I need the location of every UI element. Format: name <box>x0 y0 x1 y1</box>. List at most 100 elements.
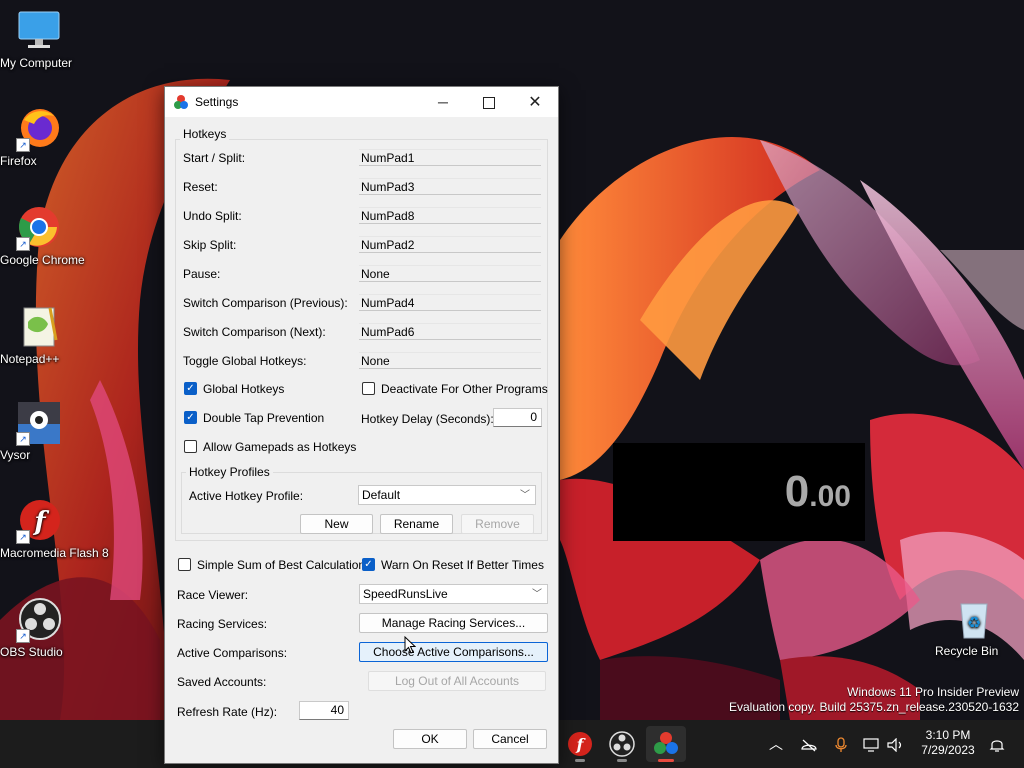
settings-window: Settings ─ ✕ Hotkeys Start / Split: NumP… <box>164 86 559 764</box>
global-hotkeys-label: Global Hotkeys <box>203 382 285 396</box>
race-viewer-select[interactable]: SpeedRunsLive ﹀ <box>359 584 548 604</box>
hotkey-profiles-group-title: Hotkey Profiles <box>186 465 273 479</box>
hotkey-label-toggle-global-hotkeys: Toggle Global Hotkeys: <box>183 354 307 368</box>
cancel-button[interactable]: Cancel <box>473 729 547 749</box>
allow-gamepads-checkbox[interactable] <box>184 440 197 453</box>
log-out-all-accounts-button[interactable]: Log Out of All Accounts <box>368 671 546 691</box>
refresh-rate-input[interactable]: 40 <box>299 701 349 720</box>
shortcut-arrow-icon: ↗ <box>16 432 30 446</box>
active-hotkey-profile-label: Active Hotkey Profile: <box>189 489 304 503</box>
deactivate-other-programs-checkbox[interactable] <box>362 382 375 395</box>
racing-services-label: Racing Services: <box>177 617 268 631</box>
display-icon[interactable] <box>861 720 883 768</box>
desktop-icon-notepad-plus-plus[interactable]: Notepad++ <box>0 304 78 366</box>
allow-gamepads-label: Allow Gamepads as Hotkeys <box>203 440 357 454</box>
hotkey-field-switch-comparison-next[interactable]: NumPad6 <box>359 323 541 340</box>
desktop-icon-google-chrome[interactable]: ↗ Google Chrome <box>0 205 85 267</box>
desktop-icon-firefox[interactable]: ↗ Firefox <box>0 106 78 168</box>
livesplit-app-icon <box>654 732 678 754</box>
new-profile-button[interactable]: New <box>300 514 373 534</box>
windows-watermark: Windows 11 Pro Insider Preview Evaluatio… <box>729 685 1019 715</box>
flash-icon: f ↗ <box>16 498 62 544</box>
hotkey-label-switch-comparison-next: Switch Comparison (Next): <box>183 325 326 339</box>
microphone-icon[interactable] <box>830 720 852 768</box>
desktop-icon-macromedia-flash[interactable]: f ↗ Macromedia Flash 8 <box>0 498 109 560</box>
timer-fraction: .00 <box>809 480 851 513</box>
flash-app-icon: f <box>568 732 592 756</box>
watermark-line-1: Windows 11 Pro Insider Preview <box>847 685 1019 699</box>
running-indicator <box>617 759 627 762</box>
watermark-line-2: Evaluation copy. Build 25375.zn_release.… <box>729 700 1019 714</box>
network-off-icon[interactable] <box>798 720 820 768</box>
notepad-plus-plus-icon <box>16 304 62 350</box>
hotkey-field-skip-split[interactable]: NumPad2 <box>359 236 541 253</box>
manage-racing-services-button[interactable]: Manage Racing Services... <box>359 613 548 633</box>
hotkey-delay-input[interactable]: 0 <box>493 408 542 427</box>
running-indicator <box>575 759 585 762</box>
chrome-icon: ↗ <box>16 205 62 251</box>
vysor-icon: ↗ <box>16 400 62 446</box>
notification-icon[interactable] <box>986 720 1008 768</box>
refresh-rate-label: Refresh Rate (Hz): <box>177 705 278 719</box>
close-icon: ✕ <box>528 94 542 111</box>
desktop-icon-label: OBS Studio <box>0 645 63 659</box>
hotkey-delay-label: Hotkey Delay (Seconds): <box>361 412 494 426</box>
taskbar-app-flash[interactable]: f <box>560 726 600 762</box>
race-viewer-label: Race Viewer: <box>177 588 249 602</box>
active-comparisons-label: Active Comparisons: <box>177 646 288 660</box>
svg-text:♻: ♻ <box>967 613 981 632</box>
ok-button[interactable]: OK <box>393 729 467 749</box>
race-viewer-value: SpeedRunsLive <box>363 587 448 601</box>
chevron-up-icon[interactable]: ︿ <box>766 720 786 768</box>
hotkey-field-start-split[interactable]: NumPad1 <box>359 149 541 166</box>
double-tap-prevention-checkbox[interactable]: ✓ <box>184 411 197 424</box>
desktop-icon-label: My Computer <box>0 56 73 70</box>
simple-sum-of-best-label: Simple Sum of Best Calculation <box>197 558 366 572</box>
desktop-icon-recycle-bin[interactable]: ♻ Recycle Bin <box>935 596 1013 658</box>
shortcut-arrow-icon: ↗ <box>16 138 30 152</box>
hotkey-label-switch-comparison-previous: Switch Comparison (Previous): <box>183 296 348 310</box>
hotkey-label-undo-split: Undo Split: <box>183 209 242 223</box>
desktop-icon-my-computer[interactable]: My Computer <box>0 8 78 70</box>
choose-active-comparisons-button[interactable]: Choose Active Comparisons... <box>359 642 548 662</box>
desktop-icon-label: Firefox <box>0 154 37 168</box>
desktop-icon-label: Notepad++ <box>0 352 60 366</box>
taskbar-app-obs[interactable] <box>602 726 642 762</box>
hotkey-field-toggle-global-hotkeys[interactable]: None <box>359 352 541 369</box>
desktop-icon-obs-studio[interactable]: ↗ OBS Studio <box>0 597 78 659</box>
maximize-button[interactable] <box>466 87 512 117</box>
running-indicator <box>658 759 674 762</box>
monitor-icon <box>16 8 62 54</box>
livesplit-app-icon <box>174 95 188 109</box>
title-bar[interactable]: Settings ─ ✕ <box>165 87 558 117</box>
taskbar-app-livesplit[interactable] <box>646 726 686 762</box>
chevron-down-icon: ﹀ <box>532 589 542 600</box>
warn-on-reset-checkbox[interactable]: ✓ <box>362 558 375 571</box>
obs-app-icon <box>609 731 635 757</box>
shortcut-arrow-icon: ↗ <box>16 629 30 643</box>
close-button[interactable]: ✕ <box>512 87 558 117</box>
remove-profile-button[interactable]: Remove <box>461 514 534 534</box>
minimize-button[interactable]: ─ <box>420 87 466 117</box>
firefox-icon: ↗ <box>16 106 62 152</box>
hotkey-field-switch-comparison-previous[interactable]: NumPad4 <box>359 294 541 311</box>
timer-seconds: 0 <box>784 467 810 516</box>
shortcut-arrow-icon: ↗ <box>16 237 30 251</box>
active-hotkey-profile-select[interactable]: Default ﹀ <box>358 485 536 505</box>
maximize-icon <box>483 97 495 110</box>
volume-icon[interactable] <box>885 720 907 768</box>
desktop-icon-vysor[interactable]: ↗ Vysor <box>0 400 78 462</box>
obs-icon: ↗ <box>16 597 62 643</box>
double-tap-prevention-label: Double Tap Prevention <box>203 411 325 425</box>
desktop-icon-label: Recycle Bin <box>935 644 999 658</box>
hotkey-field-reset[interactable]: NumPad3 <box>359 178 541 195</box>
deactivate-other-programs-label: Deactivate For Other Programs <box>381 382 548 396</box>
desktop-icon-label: Macromedia Flash 8 <box>0 546 109 560</box>
hotkey-field-pause[interactable]: None <box>359 265 541 282</box>
global-hotkeys-checkbox[interactable]: ✓ <box>184 382 197 395</box>
hotkey-label-pause: Pause: <box>183 267 221 281</box>
hotkey-field-undo-split[interactable]: NumPad8 <box>359 207 541 224</box>
taskbar-clock[interactable]: 3:10 PM 7/29/2023 <box>912 728 984 758</box>
simple-sum-of-best-checkbox[interactable] <box>178 558 191 571</box>
rename-profile-button[interactable]: Rename <box>380 514 453 534</box>
